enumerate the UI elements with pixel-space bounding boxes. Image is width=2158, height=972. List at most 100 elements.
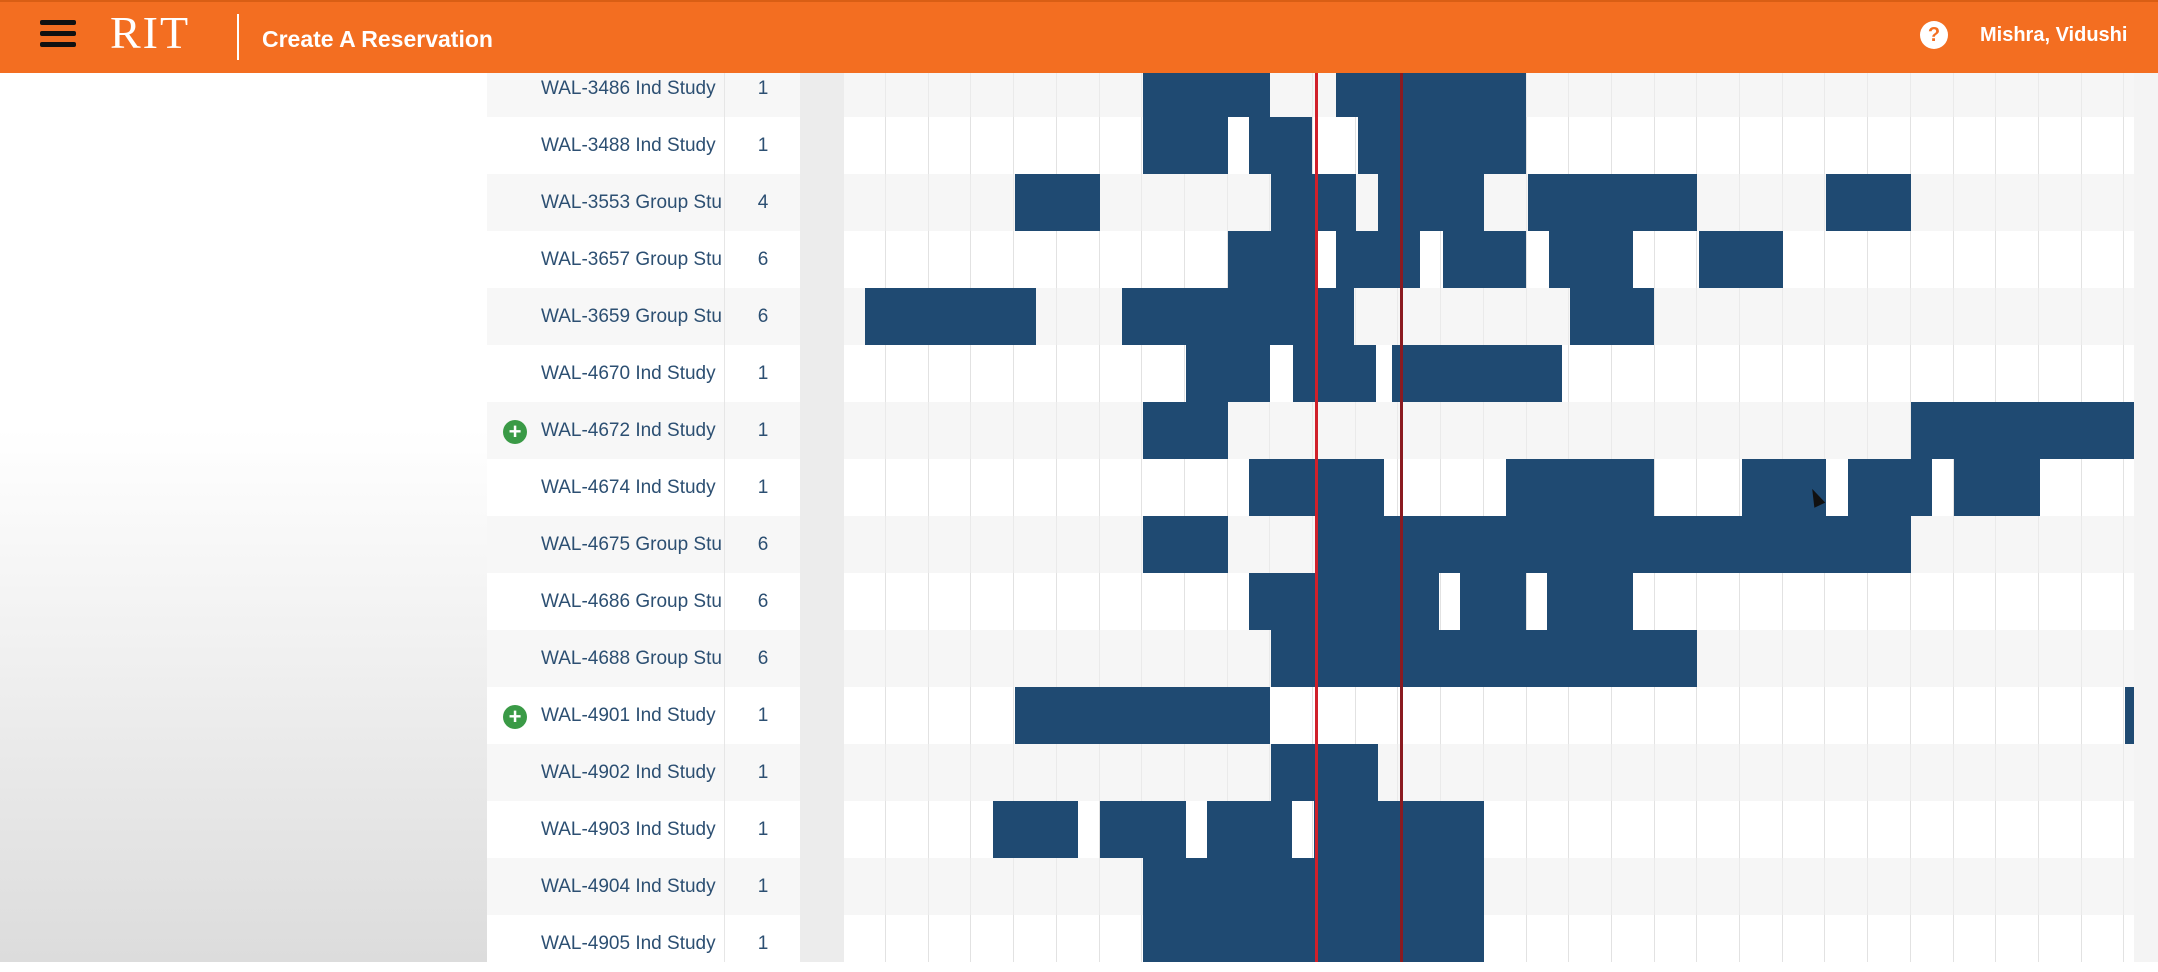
booked-slot xyxy=(1443,231,1526,288)
grid-row[interactable] xyxy=(844,744,2134,801)
capacity-cell: 6 xyxy=(725,288,801,345)
booked-slot xyxy=(2125,687,2134,744)
top-bar: RIT Create A Reservation ? Mishra, Vidus… xyxy=(0,0,2158,73)
room-row: WAL-4905 Ind Study xyxy=(487,915,724,972)
booked-slot xyxy=(1826,174,1911,231)
booked-slot xyxy=(993,801,1078,858)
room-name[interactable]: WAL-4674 Ind Study xyxy=(541,459,716,516)
booked-slot xyxy=(1249,117,1312,174)
room-capacity: 1 xyxy=(757,135,769,156)
plus-circle-icon[interactable]: + xyxy=(503,420,527,444)
booked-slot xyxy=(1293,345,1376,402)
room-name[interactable]: WAL-4672 Ind Study xyxy=(541,402,716,459)
capacity-cell: 1 xyxy=(725,744,801,801)
booked-slot xyxy=(1271,630,1697,687)
booked-slot xyxy=(1528,174,1697,231)
plus-circle-icon[interactable]: + xyxy=(503,705,527,729)
header-divider xyxy=(237,14,239,60)
capacity-cell: 1 xyxy=(725,345,801,402)
room-name[interactable]: WAL-3553 Group Stu xyxy=(541,174,722,231)
room-row: WAL-4902 Ind Study xyxy=(487,744,724,801)
booked-slot xyxy=(1506,459,1654,516)
grid-row[interactable] xyxy=(844,915,2134,962)
grid-row[interactable] xyxy=(844,288,2134,345)
booked-slot xyxy=(1228,231,1318,288)
room-row: WAL-3553 Group Stu xyxy=(487,174,724,231)
room-capacity: 1 xyxy=(757,819,769,840)
capacity-cell: 1 xyxy=(725,801,801,858)
room-name[interactable]: WAL-4902 Ind Study xyxy=(541,744,716,801)
booked-slot xyxy=(1547,573,1633,630)
booked-slot xyxy=(1848,459,1932,516)
grid-row[interactable] xyxy=(844,858,2134,915)
booked-slot xyxy=(1358,117,1526,174)
booked-slot xyxy=(1143,516,1228,573)
room-row: WAL-4903 Ind Study xyxy=(487,801,724,858)
booked-slot xyxy=(1207,801,1292,858)
capacity-cell: 1 xyxy=(725,915,801,972)
room-row: WAL-3659 Group Stu xyxy=(487,288,724,345)
booked-slot xyxy=(865,288,1036,345)
selection-end-line xyxy=(1400,73,1403,962)
capacity-cell: 1 xyxy=(725,117,801,174)
booked-slot xyxy=(1249,573,1439,630)
room-name[interactable]: WAL-4670 Ind Study xyxy=(541,345,716,402)
room-capacity: 6 xyxy=(757,591,769,612)
room-name[interactable]: WAL-4901 Ind Study xyxy=(541,687,716,744)
room-name[interactable]: WAL-4686 Group Stu xyxy=(541,573,722,630)
room-name[interactable]: WAL-3488 Ind Study xyxy=(541,117,716,174)
page-title: Create A Reservation xyxy=(262,26,493,52)
room-capacity: 1 xyxy=(757,705,769,726)
room-name[interactable]: WAL-4675 Group Stu xyxy=(541,516,722,573)
room-row: WAL-4675 Group Stu xyxy=(487,516,724,573)
grid-spacer xyxy=(800,73,844,962)
room-row: WAL-4904 Ind Study xyxy=(487,858,724,915)
booked-slot xyxy=(1911,402,2134,459)
hamburger-icon[interactable] xyxy=(40,20,76,52)
room-name[interactable]: WAL-4688 Group Stu xyxy=(541,630,722,687)
booked-slot xyxy=(1271,744,1378,801)
booked-slot xyxy=(1315,516,1911,573)
booked-slot xyxy=(1143,402,1228,459)
booked-slot xyxy=(1143,858,1484,915)
booked-slot xyxy=(1378,174,1484,231)
help-icon[interactable]: ? xyxy=(1920,21,1948,49)
room-capacity: 6 xyxy=(757,534,769,555)
grid-right-edge xyxy=(2134,73,2158,962)
room-capacity: 1 xyxy=(757,933,769,954)
booked-slot xyxy=(1549,231,1633,288)
capacity-cell: 1 xyxy=(725,402,801,459)
room-name[interactable]: WAL-4904 Ind Study xyxy=(541,858,716,915)
room-capacity: 1 xyxy=(757,876,769,897)
booked-slot xyxy=(1015,687,1270,744)
capacity-cell: 6 xyxy=(725,573,801,630)
booked-slot xyxy=(1143,73,1270,117)
booked-slot xyxy=(1143,915,1484,962)
user-name[interactable]: Mishra, Vidushi xyxy=(1980,24,2127,47)
room-capacity: 6 xyxy=(757,648,769,669)
room-name[interactable]: WAL-3657 Group Stu xyxy=(541,231,722,288)
room-name[interactable]: WAL-4905 Ind Study xyxy=(541,915,716,972)
capacity-cell: 6 xyxy=(725,516,801,573)
room-row: WAL-4686 Group Stu xyxy=(487,573,724,630)
capacity-cell: 1 xyxy=(725,687,801,744)
booked-slot xyxy=(1143,117,1228,174)
availability-grid[interactable] xyxy=(844,73,2134,962)
grid-row[interactable] xyxy=(844,459,2134,516)
room-capacity: 1 xyxy=(757,363,769,384)
room-capacity: 1 xyxy=(757,420,769,441)
room-row: WAL-3657 Group Stu xyxy=(487,231,724,288)
room-capacity: 1 xyxy=(757,762,769,783)
room-row: WAL-4688 Group Stu xyxy=(487,630,724,687)
room-row: + WAL-4672 Ind Study xyxy=(487,402,724,459)
capacity-cell: 1 xyxy=(725,858,801,915)
booked-slot xyxy=(1100,801,1186,858)
rit-logo[interactable]: RIT xyxy=(110,6,190,59)
room-row: WAL-4670 Ind Study xyxy=(487,345,724,402)
booked-slot xyxy=(1570,288,1654,345)
room-row: WAL-4674 Ind Study xyxy=(487,459,724,516)
room-row: WAL-3488 Ind Study xyxy=(487,117,724,174)
room-name[interactable]: WAL-4903 Ind Study xyxy=(541,801,716,858)
room-capacity: 6 xyxy=(757,306,769,327)
room-name[interactable]: WAL-3659 Group Stu xyxy=(541,288,722,345)
